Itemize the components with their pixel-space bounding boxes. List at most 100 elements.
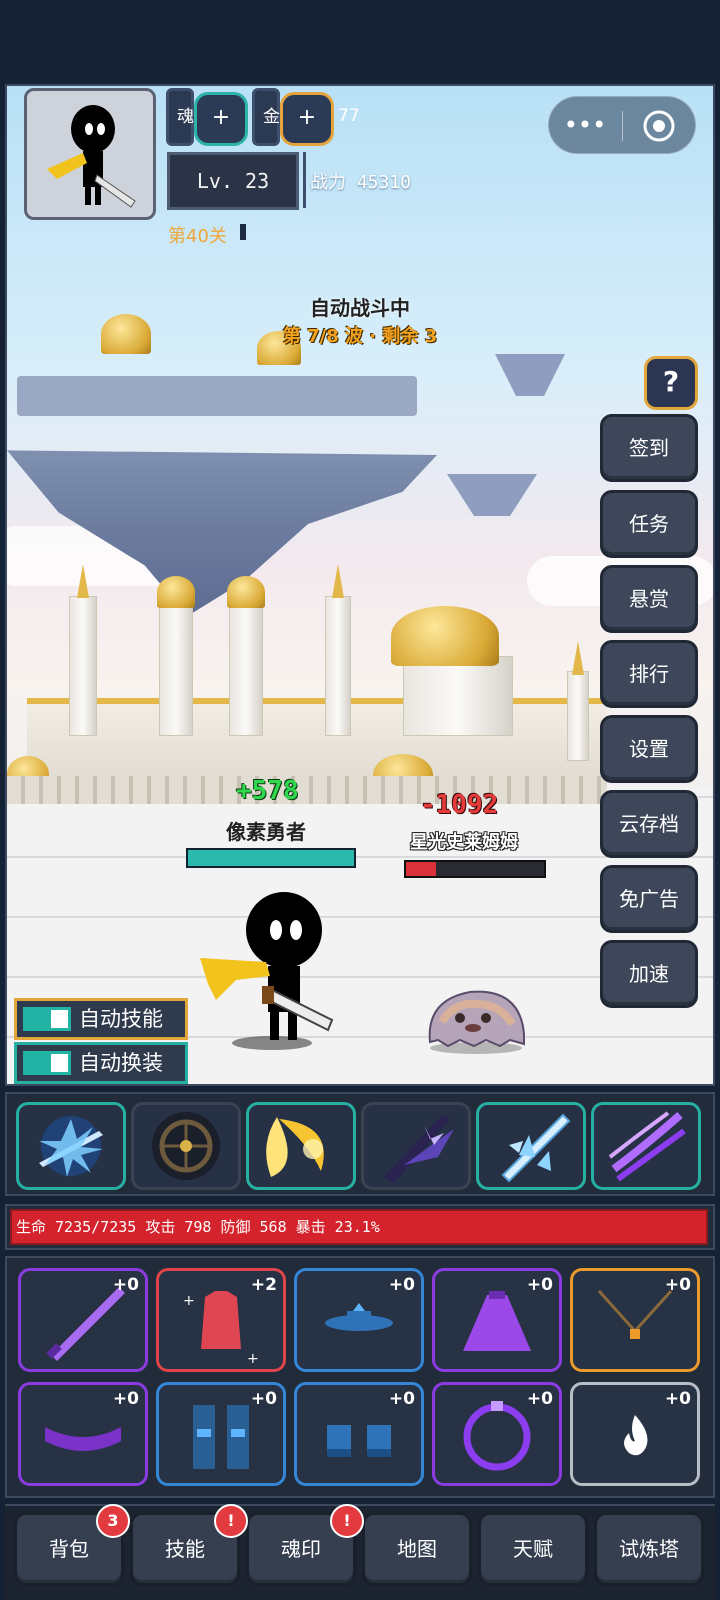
equip-level: +0 [112,1275,139,1295]
bounty-button[interactable]: 悬赏 [600,565,698,633]
backpack-badge: 3 [96,1504,130,1538]
divider [303,152,306,208]
dark-wheel-icon [152,1112,220,1180]
stage-label: 第40关 [168,226,227,247]
enemy-hp-fill [406,862,437,876]
skill-slot-5[interactable] [476,1102,586,1190]
tower [229,606,263,736]
equip-level: +0 [664,1275,691,1295]
hero-name: 像素勇者 [226,820,306,844]
tower [69,596,97,736]
add-soul-button[interactable]: + [194,92,248,146]
target-circle-icon[interactable] [623,97,695,155]
equip-level: +0 [526,1389,553,1409]
equip-slot-helmet[interactable]: +0 [294,1268,424,1372]
toggle-switch [23,1051,71,1075]
tower [159,606,193,736]
skill-slot-4[interactable] [361,1102,471,1190]
skills-alert-badge: ! [214,1504,248,1538]
game-screen: 魂 + 金 + 77 Lv. 23 战力 45310 第40关 ••• 自动战斗… [0,0,720,1600]
cloud-save-button[interactable]: 云存档 [600,790,698,858]
add-gold-button[interactable]: + [280,92,334,146]
player-avatar[interactable] [24,88,156,220]
slime-enemy[interactable] [420,982,532,1056]
checkin-button[interactable]: 签到 [600,414,698,482]
toggle-switch [23,1007,71,1031]
equip-slot-ring[interactable]: +0 [432,1382,562,1486]
lightning-sword-icon [39,1116,103,1177]
hero-hp-bar [186,848,356,868]
equip-level: +0 [388,1389,415,1409]
player-level: Lv. 23 [167,152,299,210]
equip-slot-gloves[interactable]: +0 [294,1382,424,1486]
equip-slot-talisman[interactable]: +0 [570,1382,700,1486]
skill-slot-3[interactable] [246,1102,356,1190]
gold-label: 金 [263,107,280,127]
soul-label: 魂 [177,107,194,127]
hero-sprite [200,892,334,1040]
gold-resource: 金 [252,88,280,146]
gold-value: 77 [338,106,360,126]
floating-island [447,474,537,516]
settings-button[interactable]: 设置 [600,715,698,783]
heal-number: +578 [236,776,299,806]
equip-slot-belt[interactable]: +0 [18,1382,148,1486]
skill-slot-1[interactable] [16,1102,126,1190]
auto-equip-toggle[interactable]: 自动换装 [14,1042,188,1084]
big-dome [391,606,499,666]
auto-equip-label: 自动换装 [79,1051,163,1075]
equip-slot-necklace[interactable]: +0 [570,1268,700,1372]
more-dots-icon[interactable]: ••• [549,97,621,155]
damage-number: -1092 [420,790,499,820]
tower [403,656,513,736]
nav-trial-tower[interactable]: 试炼塔 [594,1512,704,1586]
auto-skill-toggle[interactable]: 自动技能 [14,998,188,1040]
tower [567,671,589,761]
sky-castle [17,376,417,416]
equip-level: +0 [526,1275,553,1295]
enemy-hp-bar [404,860,546,878]
player-stats: 生命 7235/7235 攻击 798 防御 568 暴击 23.1% [10,1209,708,1245]
spire [572,641,584,675]
equip-level: +0 [388,1275,415,1295]
equip-slot-armor[interactable]: + + +2 [156,1268,286,1372]
dome [157,576,195,608]
spire [332,564,344,598]
equip-slot-greaves[interactable]: +0 [156,1382,286,1486]
help-button[interactable]: ? [644,356,698,410]
nav-talent[interactable]: 天赋 [478,1512,588,1586]
dome [227,576,265,608]
soul-resource: 魂 [166,88,194,146]
equip-level: +0 [664,1389,691,1409]
equip-level: +2 [250,1275,277,1295]
ice-sword-icon [501,1113,571,1183]
shadow-blade-icon [384,1115,454,1183]
purple-slash-icon [608,1111,686,1182]
toggle-knob [51,1010,68,1028]
spire [77,564,89,598]
nav-map[interactable]: 地图 [362,1512,472,1586]
toggle-knob [51,1054,68,1072]
svg-text:+: + [183,1293,195,1309]
miniprogram-capsule: ••• [548,96,696,154]
equip-level: +0 [112,1389,139,1409]
enemy-name: 星光史莱姆姆 [410,832,518,853]
ranking-button[interactable]: 排行 [600,640,698,708]
stage-progress-bar [240,224,246,240]
auto-battle-status: 自动战斗中 [310,296,410,320]
equip-level: +0 [250,1389,277,1409]
combat-power: 战力 45310 [310,172,412,193]
hero-hp-fill [188,850,354,866]
wave-counter: 第 7/8 波 · 剩余 3 [282,326,438,347]
tower [325,596,351,736]
equip-slot-cloak[interactable]: +0 [432,1268,562,1372]
remove-ads-button[interactable]: 免广告 [600,865,698,933]
golden-crescent-icon [266,1117,324,1177]
skill-slot-2[interactable] [131,1102,241,1190]
equip-slot-weapon[interactable]: +0 [18,1268,148,1372]
quests-button[interactable]: 任务 [600,490,698,558]
svg-text:+: + [247,1351,259,1367]
skill-slot-6[interactable] [591,1102,701,1190]
speed-up-button[interactable]: 加速 [600,940,698,1008]
hero-portrait-icon [47,105,136,208]
